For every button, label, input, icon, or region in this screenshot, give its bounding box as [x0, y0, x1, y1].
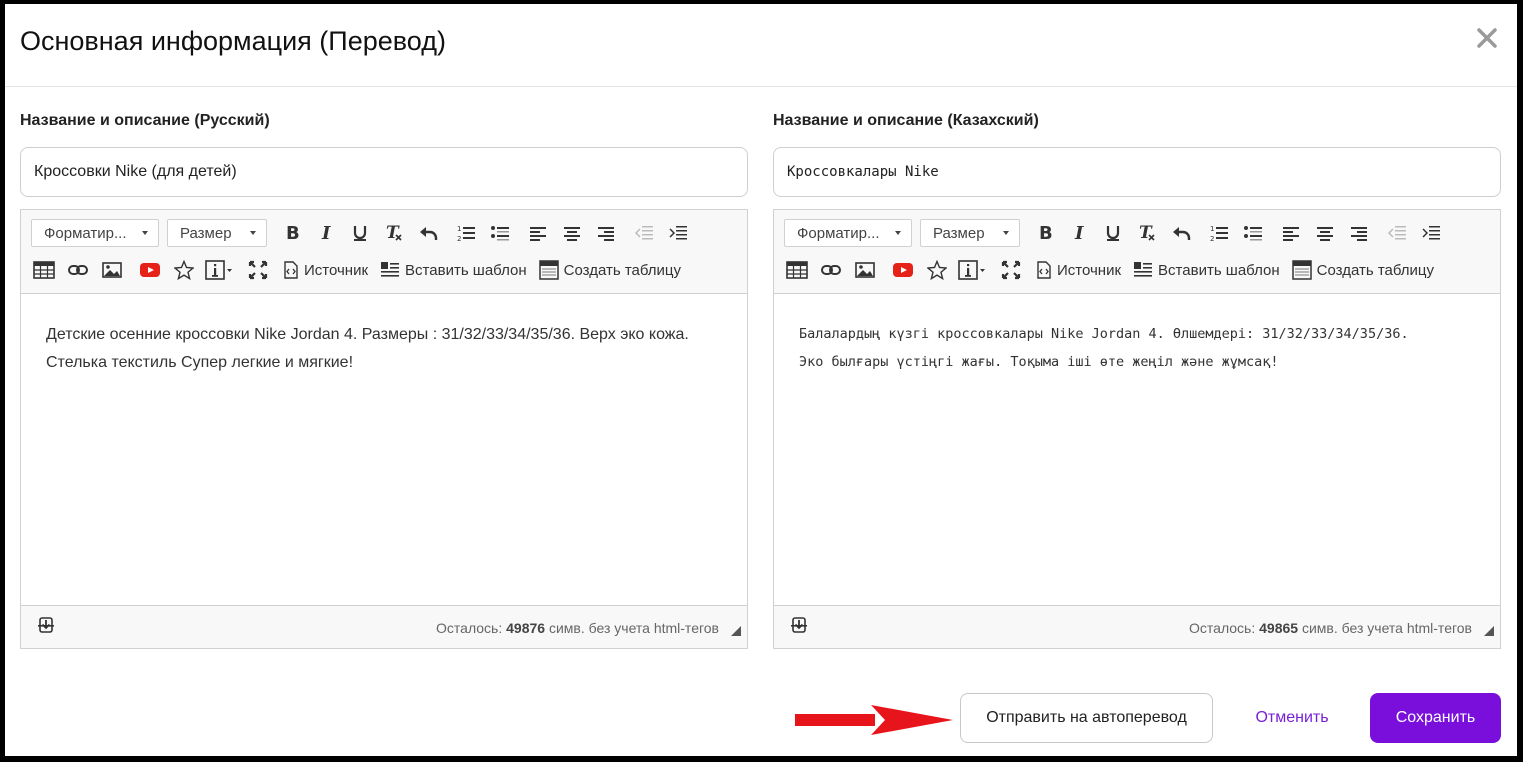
svg-text:1: 1: [1210, 225, 1214, 233]
bold-icon[interactable]: B: [1032, 219, 1058, 247]
russian-title-input[interactable]: [20, 147, 748, 197]
kazakh-title-input[interactable]: [773, 147, 1501, 197]
bulleted-list-icon[interactable]: [1240, 219, 1266, 247]
russian-description-editor[interactable]: Детские осенние кроссовки Nike Jordan 4.…: [21, 294, 747, 606]
insert-template-button[interactable]: Вставить шаблон: [380, 256, 527, 284]
kazakh-editor: Форматир... Размер B I T 12 Источник Вст…: [773, 209, 1501, 649]
remove-format-icon[interactable]: T: [381, 219, 407, 247]
star-icon[interactable]: [171, 256, 197, 284]
caret-down-icon: [142, 231, 148, 235]
blocks-icon[interactable]: [790, 616, 808, 634]
align-left-icon[interactable]: [1278, 219, 1304, 247]
link-icon[interactable]: [818, 256, 844, 284]
table-icon[interactable]: [784, 256, 810, 284]
format-dropdown[interactable]: Форматир...: [784, 219, 912, 247]
create-table-button[interactable]: Создать таблицу: [1291, 256, 1434, 284]
autotranslate-button[interactable]: Отправить на автоперевод: [960, 693, 1213, 743]
editor-toolbar: Форматир... Размер B I T 12 Источник Вст…: [774, 210, 1500, 294]
star-icon[interactable]: [924, 256, 950, 284]
svg-text:2: 2: [457, 235, 461, 242]
underline-icon[interactable]: [347, 219, 373, 247]
align-center-icon[interactable]: [1312, 219, 1338, 247]
source-button[interactable]: Источник: [283, 256, 368, 284]
size-dropdown[interactable]: Размер: [167, 219, 267, 247]
red-arrow-annotation: [795, 705, 953, 735]
caret-down-icon: [895, 231, 901, 235]
resize-handle-icon[interactable]: [731, 626, 741, 636]
maximize-icon[interactable]: [998, 256, 1024, 284]
insert-template-button[interactable]: Вставить шаблон: [1133, 256, 1280, 284]
undo-icon[interactable]: [415, 219, 441, 247]
caret-down-icon: [1003, 231, 1009, 235]
kazakh-description-editor[interactable]: Балалардың күзгі кроссовкалары Nike Jord…: [774, 294, 1500, 606]
svg-text:I: I: [1074, 224, 1084, 242]
align-right-icon[interactable]: [1346, 219, 1372, 247]
numbered-list-icon[interactable]: 12: [453, 219, 479, 247]
russian-label: Название и описание (Русский): [20, 112, 270, 129]
outdent-icon[interactable]: [631, 219, 657, 247]
description-line: Эко былғары үстіңгі жағы. Тоқыма іші өте…: [799, 354, 1279, 370]
svg-text:B: B: [286, 224, 300, 242]
numbered-list-icon[interactable]: 12: [1206, 219, 1232, 247]
undo-icon[interactable]: [1168, 219, 1194, 247]
align-right-icon[interactable]: [593, 219, 619, 247]
save-button[interactable]: Сохранить: [1370, 693, 1501, 743]
align-center-icon[interactable]: [559, 219, 585, 247]
char-counter: Осталось: 49865 симв. без учета html-тег…: [1189, 620, 1472, 636]
russian-column: Название и описание (Русский) Форматир..…: [20, 112, 748, 649]
dialog-header: Основная информация (Перевод): [5, 4, 1517, 87]
format-dropdown[interactable]: Форматир...: [31, 219, 159, 247]
svg-text:T: T: [1139, 224, 1153, 242]
image-icon[interactable]: [852, 256, 878, 284]
svg-text:1: 1: [457, 225, 461, 233]
russian-editor: Форматир... Размер B I T 12 Источник Вст…: [20, 209, 748, 649]
size-dropdown[interactable]: Размер: [920, 219, 1020, 247]
resize-handle-icon[interactable]: [1484, 626, 1494, 636]
kazakh-label: Название и описание (Казахский): [773, 112, 1039, 129]
kazakh-column: Название и описание (Казахский) Форматир…: [773, 112, 1501, 649]
svg-text:2: 2: [1210, 235, 1214, 242]
italic-icon[interactable]: I: [313, 219, 339, 247]
svg-text:I: I: [321, 224, 331, 242]
image-icon[interactable]: [99, 256, 125, 284]
align-left-icon[interactable]: [525, 219, 551, 247]
create-table-button[interactable]: Создать таблицу: [538, 256, 681, 284]
editor-footer: Осталось: 49876 симв. без учета html-тег…: [21, 605, 747, 648]
underline-icon[interactable]: [1100, 219, 1126, 247]
indent-icon[interactable]: [665, 219, 691, 247]
outdent-icon[interactable]: [1384, 219, 1410, 247]
svg-text:B: B: [1039, 224, 1053, 242]
youtube-icon[interactable]: [890, 256, 916, 284]
italic-icon[interactable]: I: [1066, 219, 1092, 247]
dialog-title: Основная информация (Перевод): [20, 26, 446, 56]
blocks-icon[interactable]: [37, 616, 55, 634]
editor-toolbar: Форматир... Размер B I T 12 Источник Вст…: [21, 210, 747, 294]
editor-footer: Осталось: 49865 симв. без учета html-тег…: [774, 605, 1500, 648]
maximize-icon[interactable]: [245, 256, 271, 284]
char-counter: Осталось: 49876 симв. без учета html-тег…: [436, 620, 719, 636]
svg-text:T: T: [386, 224, 400, 242]
description-line: Детские осенние кроссовки Nike Jordan 4.…: [46, 326, 689, 343]
indent-icon[interactable]: [1418, 219, 1444, 247]
cancel-button[interactable]: Отменить: [1237, 693, 1347, 743]
table-icon[interactable]: [31, 256, 57, 284]
remove-format-icon[interactable]: T: [1134, 219, 1160, 247]
close-icon[interactable]: [1475, 26, 1499, 50]
info-dropdown-icon[interactable]: [958, 256, 986, 284]
description-line: Балалардың күзгі кроссовкалары Nike Jord…: [799, 326, 1409, 342]
bulleted-list-icon[interactable]: [487, 219, 513, 247]
description-line: Стелька текстиль Супер легкие и мягкие!: [46, 354, 354, 371]
caret-down-icon: [250, 231, 256, 235]
translation-dialog: Основная информация (Перевод) Название и…: [5, 4, 1517, 756]
link-icon[interactable]: [65, 256, 91, 284]
source-button[interactable]: Источник: [1036, 256, 1121, 284]
info-dropdown-icon[interactable]: [205, 256, 233, 284]
bold-icon[interactable]: B: [279, 219, 305, 247]
youtube-icon[interactable]: [137, 256, 163, 284]
